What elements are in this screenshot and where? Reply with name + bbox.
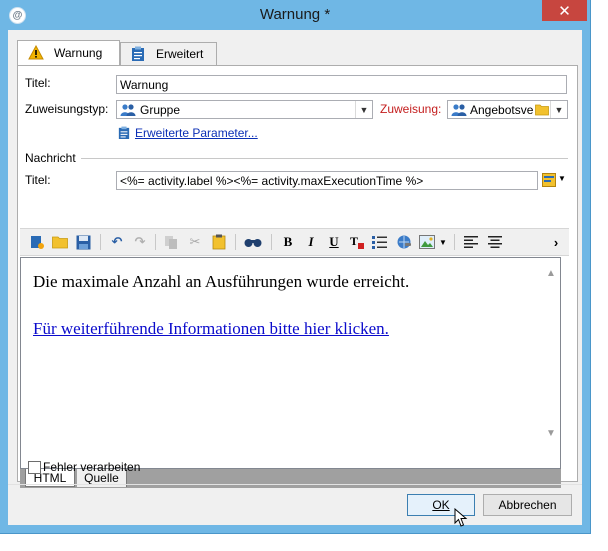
toolbar-separator: [235, 234, 236, 250]
assignment-label: Zuweisung:: [380, 102, 442, 116]
redo-icon[interactable]: ↷: [131, 233, 149, 251]
copy-icon[interactable]: [162, 233, 180, 251]
bold-button[interactable]: B: [279, 233, 297, 251]
dialog-window: @ Warnung * ✕ Warnung Erweitert Titel: W…: [0, 0, 590, 533]
new-document-icon[interactable]: [28, 233, 46, 251]
toolbar-separator: [155, 234, 156, 250]
align-center-icon[interactable]: [486, 233, 504, 251]
advanced-params-link[interactable]: Erweiterte Parameter...: [135, 126, 258, 140]
close-icon: ✕: [558, 2, 571, 20]
open-folder-icon[interactable]: [51, 233, 69, 251]
underline-button[interactable]: U: [325, 233, 343, 251]
chevron-down-icon[interactable]: ▼: [355, 101, 372, 118]
save-icon[interactable]: [74, 233, 92, 251]
clipboard-icon: [131, 46, 145, 62]
dialog-body: Warnung Erweitert Titel: Warnung Zuweisu…: [8, 30, 582, 528]
title-input[interactable]: Warnung: [116, 75, 567, 94]
group-icon: [451, 103, 467, 117]
more-tools-button[interactable]: ›: [547, 233, 565, 251]
assignment-type-label: Zuweisungstyp:: [25, 102, 109, 116]
cut-icon[interactable]: ✂: [186, 233, 204, 251]
italic-button[interactable]: I: [302, 233, 320, 251]
message-title-input[interactable]: <%= activity.label %><%= activity.maxExe…: [116, 171, 538, 190]
bullet-list-icon[interactable]: [371, 233, 389, 251]
editor-toolbar: ↶ ↷ ✂ B I U T ▼ ›: [20, 228, 569, 256]
close-button[interactable]: ✕: [542, 0, 587, 21]
process-errors-checkbox[interactable]: [28, 461, 41, 474]
assignment-select[interactable]: Angebotsve ▼: [447, 100, 568, 119]
chevron-down-icon[interactable]: ▼: [550, 101, 567, 118]
tab-warnung[interactable]: Warnung: [17, 40, 120, 65]
editor-scrollbar[interactable]: ▲ ▼: [543, 258, 560, 468]
clipboard-icon: [118, 126, 130, 140]
tab-warnung-label: Warnung: [54, 46, 103, 60]
title-bar[interactable]: @ Warnung * ✕: [0, 0, 590, 30]
window-title: Warnung *: [259, 6, 331, 23]
chevron-down-icon[interactable]: ▼: [558, 174, 566, 183]
message-title-value: <%= activity.label %><%= activity.maxExe…: [120, 173, 424, 188]
tab-erweitert[interactable]: Erweitert: [120, 42, 217, 65]
mouse-cursor-icon: [454, 507, 468, 528]
undo-icon[interactable]: ↶: [108, 233, 126, 251]
paste-icon[interactable]: [210, 233, 228, 251]
cancel-button[interactable]: Abbrechen: [483, 494, 572, 516]
editor-message-text: Die maximale Anzahl an Ausführungen wurd…: [33, 272, 410, 291]
toolbar-separator: [271, 234, 272, 250]
tab-panel: Titel: Warnung Zuweisungstyp: Gruppe ▼ Z…: [17, 65, 578, 488]
toolbar-separator: [454, 234, 455, 250]
tab-erweitert-label: Erweitert: [156, 47, 204, 61]
chevron-down-icon[interactable]: ▼: [434, 233, 452, 251]
scroll-down-icon[interactable]: ▼: [546, 428, 556, 439]
scroll-up-icon[interactable]: ▲: [546, 268, 556, 279]
title-input-value: Warnung: [120, 77, 169, 92]
folder-icon[interactable]: [535, 103, 549, 116]
message-title-label: Titel:: [25, 173, 51, 187]
expression-editor-icon[interactable]: [542, 173, 556, 187]
svg-text:T: T: [350, 234, 358, 248]
cancel-button-label: Abbrechen: [498, 498, 557, 512]
assignment-type-select[interactable]: Gruppe ▼: [116, 100, 373, 119]
toolbar-separator: [100, 234, 101, 250]
link-globe-icon[interactable]: [395, 233, 413, 251]
section-divider: [81, 158, 568, 159]
html-editor[interactable]: Die maximale Anzahl an Ausführungen wurd…: [20, 257, 561, 469]
assignment-value: Angebotsve: [470, 102, 534, 117]
align-left-icon[interactable]: [462, 233, 480, 251]
footer-divider: [8, 484, 582, 485]
find-icon[interactable]: [244, 233, 262, 251]
warning-icon: [28, 44, 44, 61]
editor-info-link[interactable]: Für weiterführende Informationen bitte h…: [33, 319, 389, 339]
message-section-label: Nachricht: [25, 151, 76, 165]
process-errors-label: Fehler verarbeiten: [43, 460, 141, 474]
title-label: Titel:: [25, 76, 51, 90]
assignment-type-value: Gruppe: [140, 102, 181, 117]
text-color-icon[interactable]: T: [348, 233, 366, 251]
ok-button-label: OK: [432, 498, 450, 512]
group-icon: [120, 103, 136, 117]
